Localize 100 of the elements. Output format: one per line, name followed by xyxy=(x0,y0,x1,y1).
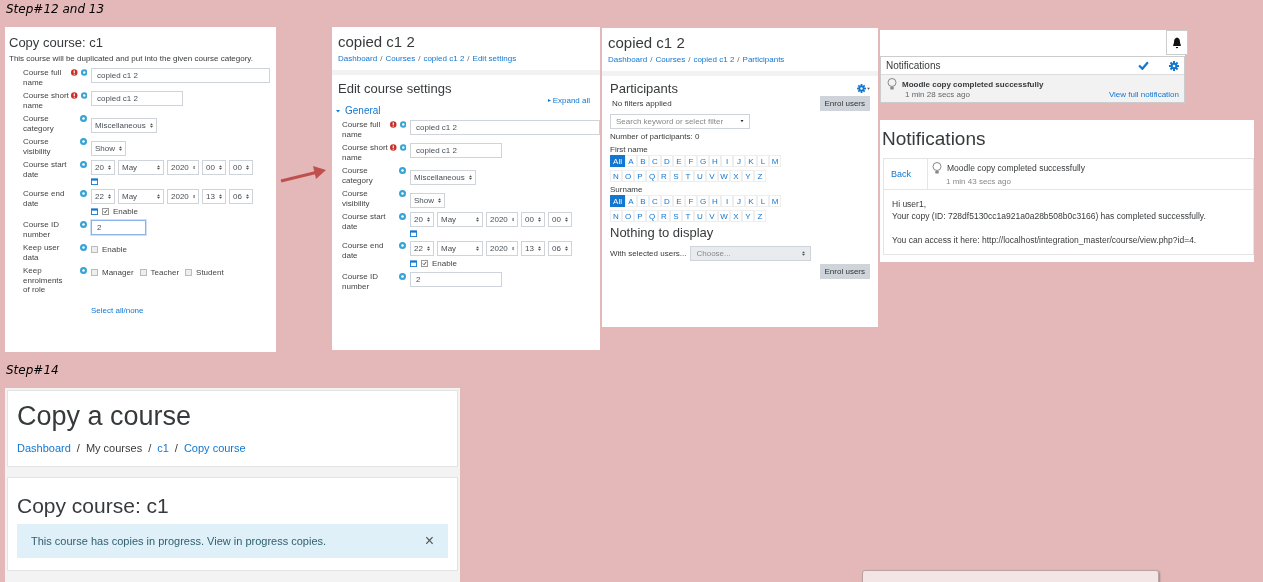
breadcrumb-link[interactable]: Courses xyxy=(385,54,416,63)
select-field[interactable]: May xyxy=(118,160,164,175)
help-icon[interactable] xyxy=(80,267,87,274)
help-icon[interactable] xyxy=(80,190,87,197)
select-field[interactable]: 13 xyxy=(521,241,545,256)
help-icon[interactable] xyxy=(80,244,87,251)
initial-filter[interactable]: W xyxy=(718,210,730,222)
select-field[interactable]: May xyxy=(437,212,483,227)
initial-filter[interactable]: P xyxy=(634,210,646,222)
help-icon[interactable] xyxy=(399,121,406,128)
initial-filter[interactable]: E xyxy=(673,155,685,167)
initial-filter[interactable]: R xyxy=(658,210,670,222)
breadcrumb-link[interactable]: Dashboard xyxy=(338,54,378,63)
select-field[interactable]: 00 xyxy=(229,160,253,175)
initial-filter[interactable]: T xyxy=(682,210,694,222)
calendar-icon[interactable] xyxy=(91,208,98,215)
initial-filter[interactable]: I xyxy=(721,155,733,167)
initial-filter[interactable]: H xyxy=(709,155,721,167)
checkbox[interactable] xyxy=(139,269,147,276)
breadcrumb-link[interactable]: Courses xyxy=(655,55,686,64)
calendar-icon[interactable] xyxy=(410,230,417,237)
breadcrumb-link[interactable]: Dashboard xyxy=(17,442,71,454)
initial-filter[interactable]: Q xyxy=(646,210,658,222)
initial-filter[interactable]: X xyxy=(730,170,742,182)
gear-icon[interactable] xyxy=(1169,60,1179,71)
initial-filter[interactable]: C xyxy=(649,155,661,167)
initial-filter[interactable]: R xyxy=(658,170,670,182)
initial-filter[interactable]: D xyxy=(661,155,673,167)
initial-filter[interactable]: W xyxy=(718,170,730,182)
initial-filter[interactable]: U xyxy=(694,170,706,182)
initial-filter[interactable]: C xyxy=(649,195,661,207)
select-field[interactable]: 20 xyxy=(410,212,434,227)
initial-filter[interactable]: D xyxy=(661,195,673,207)
help-icon[interactable] xyxy=(399,273,406,280)
select-field[interactable]: Miscellaneous xyxy=(410,170,476,185)
expand-all-link[interactable]: Expand all xyxy=(552,96,590,105)
select-field[interactable]: Choose... xyxy=(690,246,812,261)
breadcrumb-link[interactable]: copied c1 2 xyxy=(693,55,735,64)
select-field[interactable]: 00 xyxy=(202,160,226,175)
initial-filter[interactable]: Y xyxy=(742,210,754,222)
initial-filter[interactable]: I xyxy=(721,195,733,207)
initial-filter[interactable]: A xyxy=(625,195,637,207)
initial-filter[interactable]: G xyxy=(697,155,709,167)
select-field[interactable]: 2020 xyxy=(486,241,518,256)
initial-filter[interactable]: Z xyxy=(754,210,766,222)
initial-filter[interactable]: K xyxy=(745,155,757,167)
initial-filter[interactable]: F xyxy=(685,195,697,207)
select-field[interactable]: Show xyxy=(91,141,126,156)
initial-filter[interactable]: L xyxy=(757,195,769,207)
close-button[interactable]: × xyxy=(424,532,434,550)
initial-filter[interactable]: M xyxy=(769,155,781,167)
notification-title[interactable]: Moodle copy completed successfully xyxy=(902,79,1044,89)
checkbox[interactable] xyxy=(91,269,98,276)
text-field[interactable]: 2 xyxy=(410,272,502,287)
initial-filter[interactable]: O xyxy=(622,170,634,182)
checkbox[interactable] xyxy=(102,208,109,215)
calendar-icon[interactable] xyxy=(91,178,98,185)
select-field[interactable]: 2020 xyxy=(167,160,199,175)
help-icon[interactable] xyxy=(80,138,87,145)
enrol-users-button[interactable]: Enrol users xyxy=(819,264,870,279)
select-field[interactable]: 06 xyxy=(548,241,572,256)
search-field[interactable]: Search keyword or select filter xyxy=(610,114,750,129)
breadcrumb-link[interactable]: Dashboard xyxy=(608,55,648,64)
text-field[interactable]: copied c1 2 xyxy=(410,143,502,158)
initial-filter[interactable]: V xyxy=(706,170,718,182)
gear-icon[interactable] xyxy=(857,84,866,93)
calendar-icon[interactable] xyxy=(410,260,417,267)
initial-filter[interactable]: H xyxy=(709,195,721,207)
view-notification-link[interactable]: View full notification xyxy=(1108,90,1179,99)
help-icon[interactable] xyxy=(399,213,406,220)
initial-filter[interactable]: All xyxy=(610,155,625,167)
initial-filter[interactable]: B xyxy=(637,195,649,207)
initial-filter[interactable]: N xyxy=(610,210,622,222)
initial-filter[interactable]: B xyxy=(637,155,649,167)
initial-filter[interactable]: A xyxy=(625,155,637,167)
checkmark-icon[interactable] xyxy=(1138,61,1149,70)
help-icon[interactable] xyxy=(80,161,87,168)
enrol-users-button[interactable]: Enrol users xyxy=(819,96,870,111)
initial-filter[interactable]: Q xyxy=(646,170,658,182)
initial-filter[interactable]: Z xyxy=(754,170,766,182)
select-field[interactable]: May xyxy=(437,241,483,256)
breadcrumb-link[interactable]: Copy course xyxy=(183,442,246,454)
help-icon[interactable] xyxy=(80,69,87,76)
initial-filter[interactable]: S xyxy=(670,210,682,222)
help-icon[interactable] xyxy=(399,190,406,197)
initial-filter[interactable]: J xyxy=(733,195,745,207)
section-heading[interactable]: General xyxy=(345,105,381,116)
select-field[interactable]: 2020 xyxy=(486,212,518,227)
initial-filter[interactable]: S xyxy=(670,170,682,182)
checkbox[interactable] xyxy=(421,260,428,267)
initial-filter[interactable]: Y xyxy=(742,170,754,182)
initial-filter[interactable]: L xyxy=(757,155,769,167)
text-field[interactable]: copied c1 2 xyxy=(91,68,270,83)
initial-filter[interactable]: J xyxy=(733,155,745,167)
breadcrumb-link[interactable]: Edit settings xyxy=(472,54,517,63)
initial-filter[interactable]: V xyxy=(706,210,718,222)
select-field[interactable]: 00 xyxy=(521,212,545,227)
help-icon[interactable] xyxy=(80,115,87,122)
initial-filter[interactable]: X xyxy=(730,210,742,222)
select-all-link[interactable]: Select all/none xyxy=(91,305,144,315)
